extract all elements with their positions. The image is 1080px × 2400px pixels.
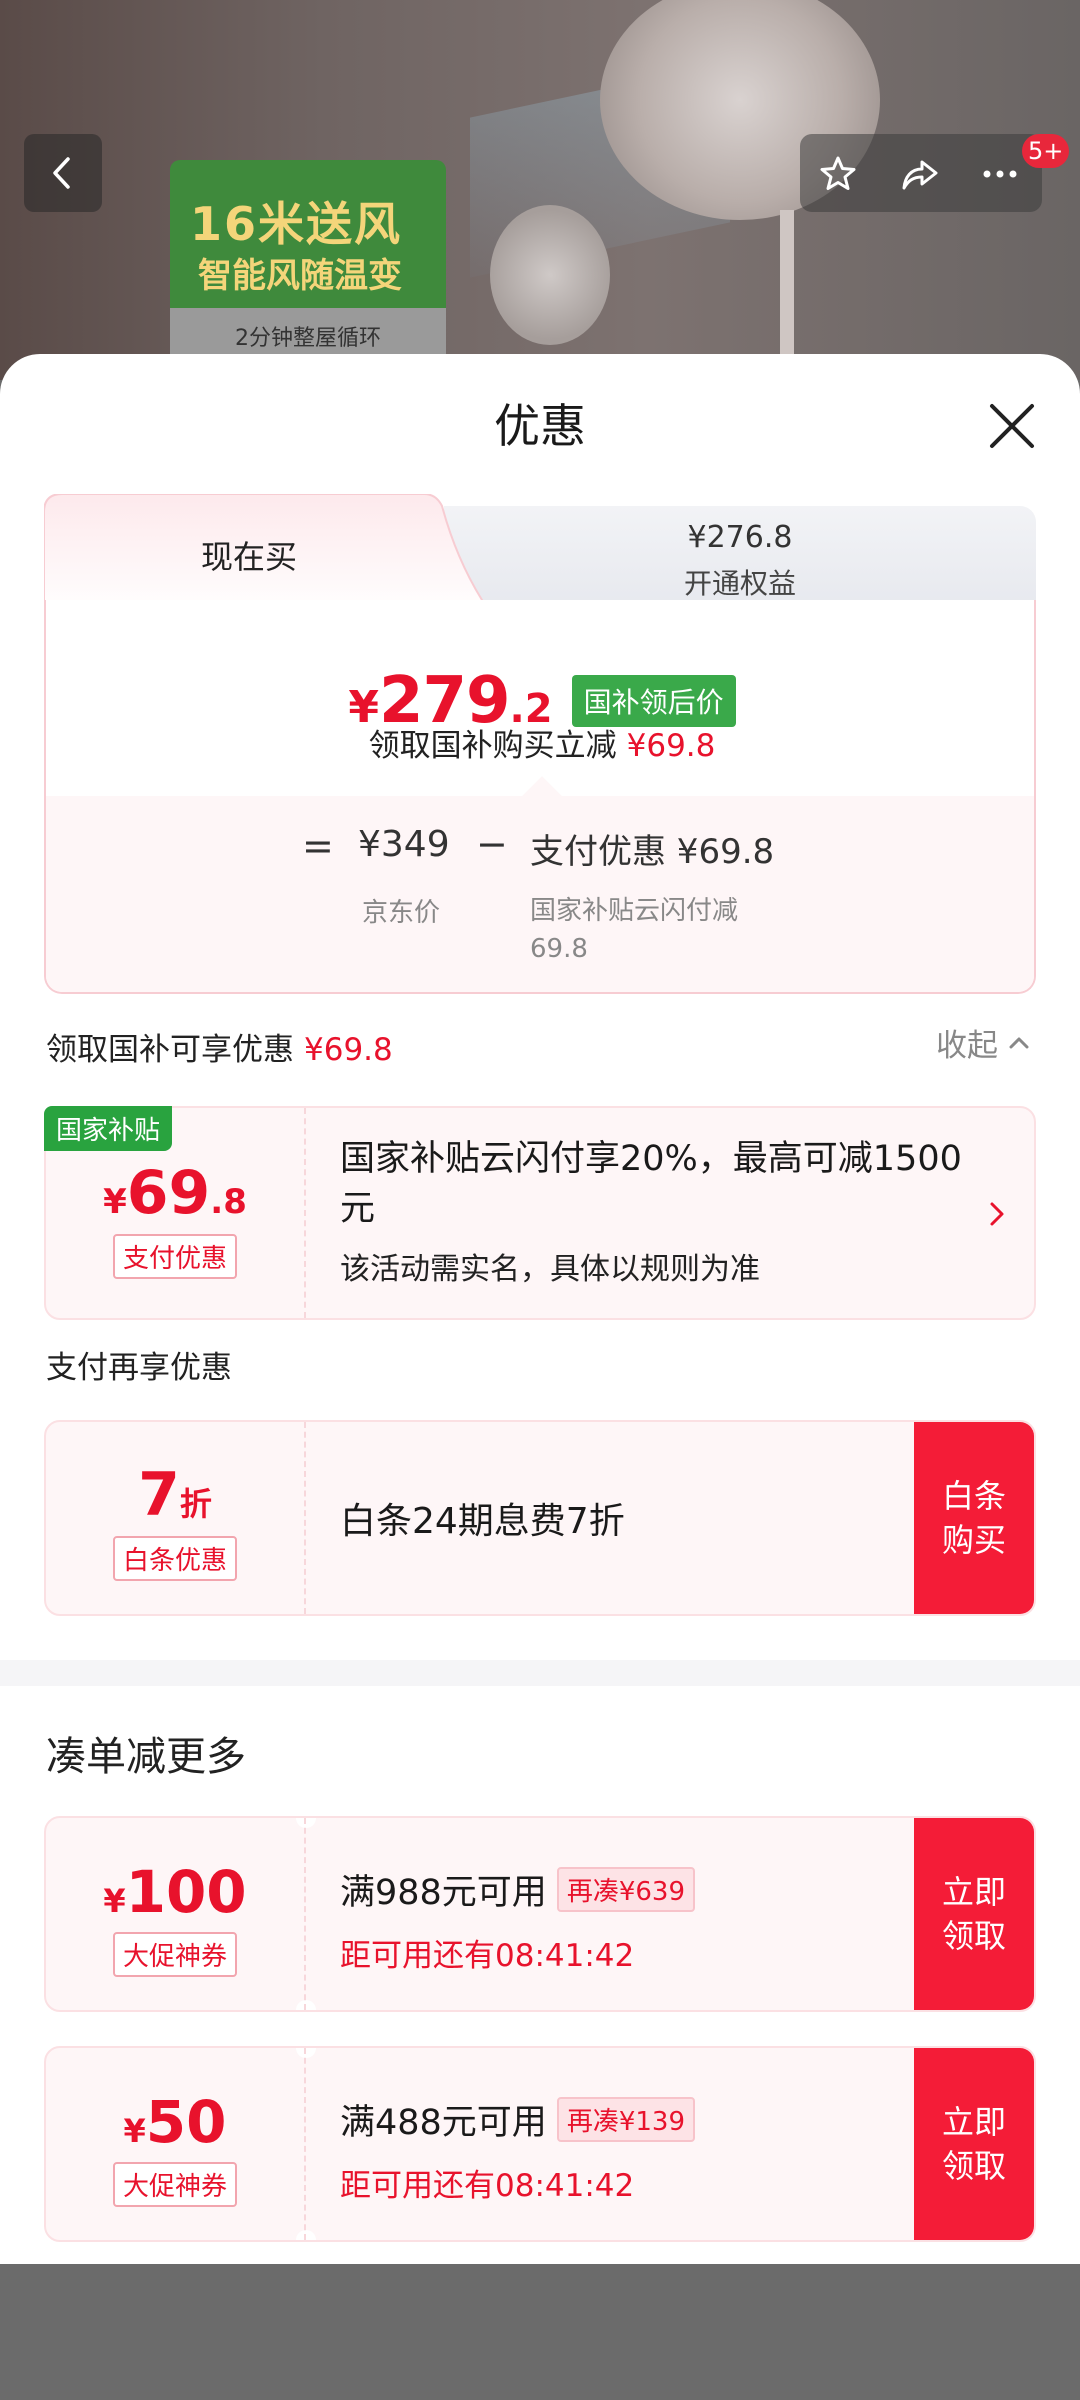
coupon-currency: ¥ bbox=[123, 2112, 146, 2150]
baitiao-coupon-desc: 白条24期息费7折 bbox=[340, 1501, 625, 1542]
chevron-up-icon bbox=[1009, 1037, 1029, 1048]
promo-coupon-1-tag: 大促神券 bbox=[112, 1932, 237, 1977]
coupon-divider bbox=[304, 2048, 306, 2240]
baitiao-discount-value: 7 bbox=[138, 1460, 180, 1530]
promo-coupon-2-condition: 满488元可用 bbox=[340, 2103, 547, 2143]
promo-coupon-2-amount: ¥50 bbox=[46, 2088, 304, 2156]
collapse-label: 收起 bbox=[936, 1028, 998, 1064]
subsidy-coupon-tag: 支付优惠 bbox=[112, 1234, 237, 1279]
tab-buy-now[interactable]: 现在买 bbox=[44, 494, 484, 616]
promo-coupon-2-value: ¥50 大促神券 bbox=[46, 2048, 304, 2240]
baitiao-discount: 7折 bbox=[46, 1460, 304, 1530]
baitiao-discount-unit: 折 bbox=[179, 1485, 212, 1523]
promo-coupon-2-tag: 大促神券 bbox=[112, 2162, 237, 2207]
star-icon[interactable] bbox=[818, 154, 858, 194]
coupon-value: 50 bbox=[145, 2088, 227, 2156]
subsidy-section-title: 领取国补可享优惠 ¥69.8 bbox=[46, 1024, 393, 1069]
baitiao-coupon-tag: 白条优惠 bbox=[112, 1536, 237, 1581]
national-subsidy-badge: 国家补贴 bbox=[44, 1106, 173, 1151]
coupon-divider bbox=[304, 1422, 306, 1614]
baitiao-coupon: 7折 白条优惠 白条24期息费7折 白条购买 bbox=[44, 1420, 1036, 1616]
promo-coupon-1-value: ¥100 大促神券 bbox=[46, 1818, 304, 2010]
close-icon[interactable] bbox=[982, 396, 1042, 456]
top-action-bar bbox=[800, 134, 1042, 212]
claim-row: 领取国补购买立减 ¥69.8 bbox=[46, 720, 1038, 765]
promo-coupon-2-extra: 再凑¥139 bbox=[556, 2097, 695, 2142]
tab-membership-label: 开通权益 bbox=[683, 567, 796, 600]
subsidy-coupon-amount: ¥69.8 bbox=[46, 1158, 304, 1228]
price-detail: ¥279.2 国补领后价 领取国补购买立减 ¥69.8 = ¥349 京东价 − … bbox=[44, 600, 1036, 994]
promo-coupon-1-condition-row: 满988元可用 再凑¥639 bbox=[340, 1864, 695, 1915]
collapse-button[interactable]: 收起 bbox=[936, 1020, 1034, 1065]
promo-card: 16米送风 智能风随温变 2分钟整屋循环 bbox=[170, 160, 446, 370]
price-panel: ¥276.8 开通权益 现在买 ¥279.2 国补领后价 领取国补购买立减 ¥6… bbox=[44, 494, 1036, 994]
promo-coupon-1-amount: ¥100 bbox=[46, 1858, 304, 1926]
back-button[interactable] bbox=[24, 134, 102, 212]
tab-buy-now-label: 现在买 bbox=[200, 538, 297, 576]
promo-title-1: 16米送风 bbox=[190, 197, 403, 251]
coupon-divider bbox=[304, 1818, 306, 2010]
more-icon[interactable] bbox=[980, 154, 1020, 194]
subsidy-coupon[interactable]: ¥69.8 支付优惠 国家补贴云闪付享20%，最高可减1500元 该活动需实名，… bbox=[44, 1106, 1036, 1320]
baitiao-buy-button[interactable]: 白条购买 bbox=[914, 1422, 1034, 1614]
coupon-value: 100 bbox=[125, 1858, 247, 1926]
section-separator bbox=[0, 1660, 1080, 1686]
claim-coupon-2-button[interactable]: 立即领取 bbox=[914, 2048, 1034, 2240]
coupon-currency: ¥ bbox=[103, 1182, 127, 1222]
minus-sign: − bbox=[476, 822, 508, 866]
baitiao-coupon-value: 7折 白条优惠 bbox=[46, 1422, 304, 1614]
promo-coupon-1-countdown: 距可用还有08:41:42 bbox=[340, 1938, 635, 1974]
subsidy-coupon-note: 该活动需实名，具体以规则为准 bbox=[340, 1252, 760, 1287]
promo-coupon-2-countdown: 距可用还有08:41:42 bbox=[340, 2168, 635, 2204]
sheet-title: 优惠 bbox=[494, 399, 586, 453]
coupon-currency: ¥ bbox=[103, 1882, 126, 1920]
share-icon[interactable] bbox=[900, 154, 940, 194]
coupon-divider bbox=[304, 1108, 306, 1318]
message-count-badge: 5+ bbox=[1022, 134, 1070, 168]
more-section-title: 凑单减更多 bbox=[46, 1734, 246, 1780]
tab-membership-price: ¥276.8 bbox=[687, 520, 793, 555]
chevron-right-icon bbox=[990, 1202, 1004, 1226]
jd-price-label: 京东价 bbox=[362, 898, 441, 928]
promo-coupon-2: ¥50 大促神券 满488元可用 再凑¥139 距可用还有08:41:42 立即… bbox=[44, 2046, 1036, 2242]
pay-discount-label: 国家补贴云闪付减69.8 bbox=[530, 896, 739, 964]
promo-coupon-2-condition-row: 满488元可用 再凑¥139 bbox=[340, 2094, 695, 2145]
price-breakdown: = ¥349 京东价 − 支付优惠 ¥69.8 国家补贴云闪付减69.8 bbox=[46, 796, 1034, 992]
equals-sign: = bbox=[302, 824, 334, 868]
jd-price: ¥349 bbox=[358, 824, 450, 865]
coupon-value-decimal: .8 bbox=[210, 1182, 247, 1222]
claim-coupon-1-button[interactable]: 立即领取 bbox=[914, 1818, 1034, 2010]
claim-amount: ¥69.8 bbox=[626, 728, 716, 764]
subsidy-title-text: 领取国补可享优惠 bbox=[46, 1032, 294, 1068]
subsidy-title-amount: ¥69.8 bbox=[304, 1032, 393, 1068]
promo-coupon-1-extra: 再凑¥639 bbox=[556, 1867, 695, 1912]
promo-title-2: 智能风随温变 bbox=[198, 256, 402, 296]
promo-coupon-1: ¥100 大促神券 满988元可用 再凑¥639 距可用还有08:41:42 立… bbox=[44, 1816, 1036, 2012]
claim-text: 领取国补购买立减 bbox=[368, 728, 617, 764]
promo-coupon-1-condition: 满988元可用 bbox=[340, 1873, 547, 1913]
chevron-left-icon bbox=[53, 157, 70, 189]
discount-sheet: 优惠 ¥276.8 开通权益 现在买 ¥279.2 国补领后价 领取国补购买立减… bbox=[0, 354, 1080, 2264]
small-fan-graphic bbox=[490, 205, 610, 345]
coupon-value-integer: 69 bbox=[126, 1158, 211, 1228]
subsidy-coupon-desc: 国家补贴云闪付享20%，最高可减1500元 bbox=[340, 1139, 962, 1229]
pay-section-title: 支付再享优惠 bbox=[46, 1350, 232, 1386]
pay-discount: 支付优惠 ¥69.8 bbox=[530, 832, 775, 872]
